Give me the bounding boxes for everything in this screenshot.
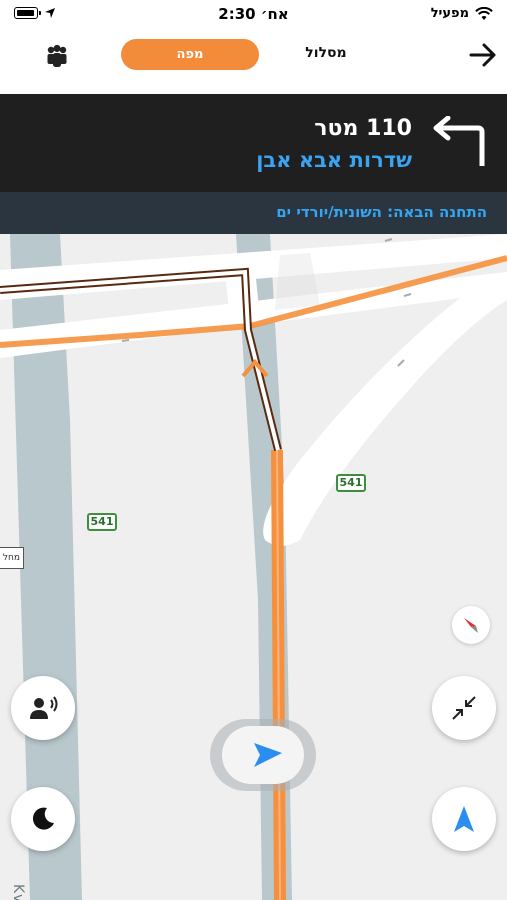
street-name: שדרות אבא אבן [256, 148, 412, 172]
instruction-banner: 110 מטר שדרות אבא אבן [0, 94, 507, 192]
next-stop-bar: התחנה הבאה: השונית/יורדי ים [0, 192, 507, 234]
night-mode-button[interactable] [11, 787, 75, 851]
top-nav: מפה מסלול [0, 30, 507, 94]
people-icon[interactable] [44, 43, 70, 69]
road-shield-541: 541 [87, 513, 117, 531]
next-stop-text: התחנה הבאה: השונית/יורדי ים [276, 203, 487, 221]
tab-map[interactable]: מפה [121, 39, 259, 70]
moon-icon [32, 807, 54, 830]
current-location-icon [254, 743, 282, 767]
street-label: Kvish H [10, 884, 26, 900]
collapse-button[interactable] [432, 676, 496, 740]
north-up-button[interactable] [432, 787, 496, 851]
status-right: מפעיל [431, 6, 493, 21]
map-view[interactable]: 541 541 מחל Kvish H [0, 234, 507, 900]
map-roads [0, 234, 507, 900]
compass-icon[interactable] [452, 606, 490, 644]
voice-button[interactable] [11, 676, 75, 740]
navigation-arrow-icon [454, 806, 474, 832]
status-bar: 2:30 אח׳ מפעיל [0, 0, 507, 30]
arrow-right-icon[interactable] [468, 41, 498, 69]
road-shield-541: 541 [336, 474, 366, 492]
turn-left-icon [433, 116, 485, 166]
speaking-person-icon [30, 696, 58, 719]
distance-label: 110 מטר [314, 116, 412, 141]
carrier-name: מפעיל [430, 6, 469, 21]
tab-route[interactable]: מסלול [296, 45, 356, 61]
wifi-icon [475, 6, 493, 20]
collapse-icon [452, 696, 476, 720]
map-sign: מחל [0, 547, 24, 569]
